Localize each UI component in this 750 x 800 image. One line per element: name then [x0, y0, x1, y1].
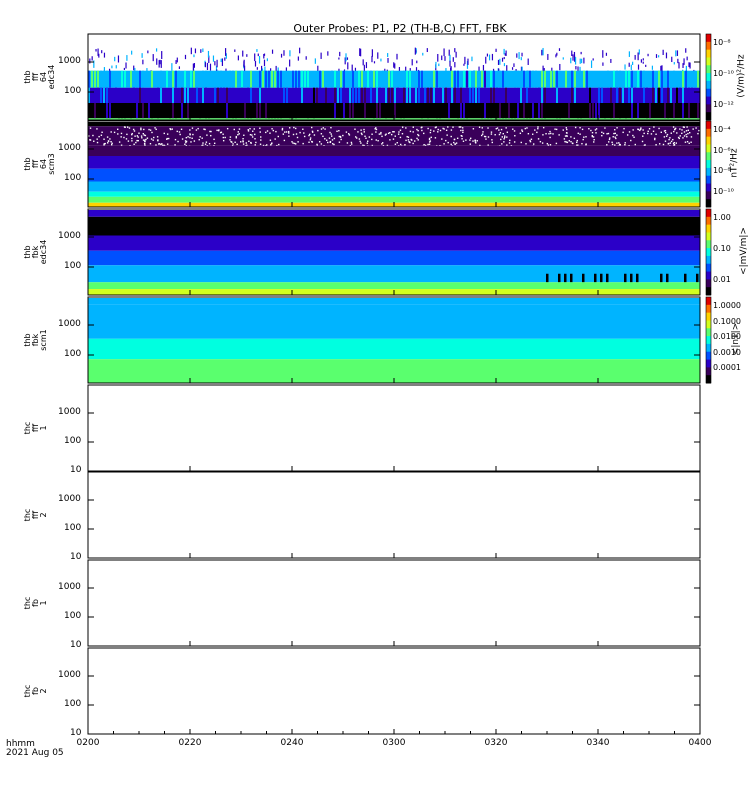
panel-2-colorbar-label: nT²/Hz [729, 148, 740, 178]
panel-2-colorbar-tick: 10⁻¹⁰ [713, 187, 734, 196]
x-tick-label: 0200 [76, 738, 100, 748]
panel-8-ytick-label: 10 [70, 728, 82, 738]
panel-1-ytick-label: 1000 [58, 56, 81, 66]
panel-1-colorbar [706, 34, 711, 121]
panel-1-colorbar-tick: 10⁻⁸ [713, 38, 731, 47]
panel-7-frame [87, 559, 701, 647]
panel-5-frame [87, 384, 701, 472]
panel-4-ytick-label: 100 [64, 349, 82, 359]
panel-3-label: thb fbk edc34 [23, 239, 48, 265]
panel-4-colorbar-tick: 1.0000 [713, 301, 741, 310]
panel-2-colorbar-tick: 10⁻⁴ [713, 125, 731, 134]
panel-7-ytick-label: 1000 [58, 582, 81, 592]
panel-4-colorbar-label: <|nT|> [731, 322, 742, 356]
x-tick-label: 0240 [280, 738, 304, 748]
panel-3-colorbar-label: <|mV/m|> [738, 227, 749, 275]
panel-4-label: thb fbk scm1 [23, 329, 48, 351]
x-tick-label: 0320 [484, 738, 508, 748]
panel-4-colorbar-tick: 0.0001 [713, 363, 741, 372]
panel-2-ytick-label: 100 [64, 173, 82, 183]
panel-7-ytick-label: 100 [64, 611, 82, 621]
panel-3-colorbar [706, 209, 711, 296]
x-tick-label: 0220 [178, 738, 202, 748]
panel-3-colorbar-tick: 1.00 [713, 213, 731, 222]
panel-3-ytick-label: 1000 [58, 231, 81, 241]
panel-6-label: thc fff 2 [23, 508, 48, 522]
panel-8-ytick-label: 100 [64, 699, 82, 709]
panel-3-colorbar-tick: 0.10 [713, 244, 731, 253]
panel-2-colorbar [706, 121, 711, 208]
x-tick-label: 0340 [586, 738, 610, 748]
date-label: 2021 Aug 05 [6, 748, 64, 758]
panel-6-ytick-label: 100 [64, 523, 82, 533]
panel-6-frame [87, 471, 701, 559]
panel-6-ytick-label: 10 [70, 552, 82, 562]
panel-7-ytick-label: 10 [70, 640, 82, 650]
panel-4-colorbar [706, 297, 711, 384]
panel-7-label: thc fb 1 [23, 596, 48, 610]
panel-3-spectrogram [88, 210, 700, 295]
panel-8-label: thc fb 2 [23, 684, 48, 698]
panel-5-label: thc fff 1 [23, 421, 48, 435]
panel-1-colorbar-tick: 10⁻¹² [713, 100, 734, 109]
panel-1-ytick-label: 100 [64, 86, 82, 96]
panel-2-colorbar-tick: 10⁻⁸ [713, 166, 731, 176]
panel-1-label: thb fff 64 edc34 [23, 64, 56, 90]
panel-3-ytick-label: 100 [64, 261, 82, 271]
panel-8-frame [87, 647, 701, 735]
panel-2-colorbar-tick: 10⁻⁶ [713, 145, 731, 155]
spectrogram-figure [87, 33, 712, 735]
chart-title: Outer Probes: P1, P2 (TH-B,C) FFT, FBK [293, 22, 507, 35]
panel-4-ytick-label: 1000 [58, 319, 81, 329]
panel-2-spectrogram [88, 122, 702, 207]
x-tick-label: 0400 [688, 738, 712, 748]
panel-1-colorbar-tick: 10⁻¹⁰ [713, 69, 734, 78]
panel-1-spectrogram [88, 47, 700, 120]
x-tick-label: 0300 [382, 738, 406, 748]
panel-5-ytick-label: 10 [70, 465, 82, 475]
panel-1-colorbar-label: (V/m)²/Hz [736, 54, 747, 98]
panel-5-ytick-label: 1000 [58, 407, 81, 417]
panel-8-ytick-label: 1000 [58, 670, 81, 680]
panel-6-ytick-label: 1000 [58, 494, 81, 504]
panel-2-label: thb fff 64 scm3 [23, 153, 56, 175]
panel-4-spectrogram [88, 298, 700, 383]
panel-5-ytick-label: 100 [64, 436, 82, 446]
panel-2-ytick-label: 1000 [58, 143, 81, 153]
panel-3-colorbar-tick: 0.01 [713, 275, 731, 284]
